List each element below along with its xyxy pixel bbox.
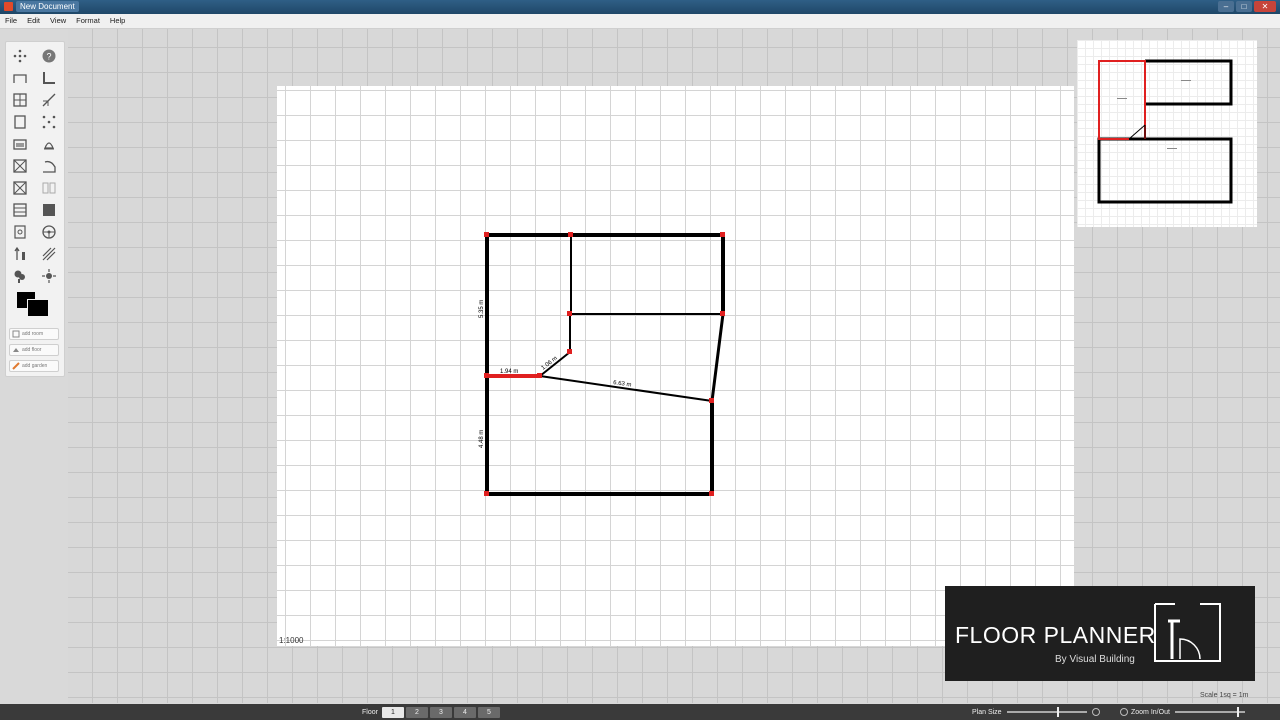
wall-node[interactable] — [484, 491, 489, 496]
lamp-tool-icon[interactable] — [40, 135, 58, 153]
scale-legend: Scale 1sq = 1m — [1200, 692, 1249, 699]
sofa-tool-icon[interactable] — [11, 135, 29, 153]
svg-text:?: ? — [47, 52, 52, 62]
garden-icon — [12, 362, 20, 370]
floor-icon — [13, 348, 19, 352]
plan-size-slider[interactable] — [1006, 707, 1087, 717]
window-tool-icon[interactable] — [11, 91, 29, 109]
wall-tool-icon[interactable] — [11, 69, 29, 87]
wall-outline[interactable] — [485, 233, 725, 316]
wall-lower-right[interactable] — [485, 233, 714, 496]
bed-tool-icon[interactable] — [11, 179, 29, 197]
secondary-color[interactable] — [27, 299, 49, 317]
zoom-control: Zoom In/Out — [1120, 705, 1245, 719]
zoom-icon — [1120, 708, 1128, 716]
cabinet-tool-icon[interactable] — [11, 201, 29, 219]
line-tool-icon[interactable] — [40, 91, 58, 109]
wall-node[interactable] — [709, 398, 714, 403]
person-tool-icon[interactable] — [11, 245, 29, 263]
wall-node[interactable] — [567, 349, 572, 354]
logo-door-icon — [1154, 603, 1221, 662]
add-floor-button[interactable]: add floor — [9, 344, 59, 356]
zoom-label: Zoom In/Out — [1131, 708, 1170, 716]
help-icon[interactable]: ? — [40, 47, 58, 65]
arc-tool-icon[interactable] — [40, 157, 58, 175]
floor-tab-3[interactable]: 3 — [429, 706, 452, 718]
wall-node[interactable] — [567, 311, 572, 316]
measure-left-lower: 4.48 m — [479, 430, 485, 448]
add-floor-label: add floor — [22, 347, 42, 353]
zoom-knob[interactable] — [1236, 707, 1239, 717]
floor-tabs: Floor 1 2 3 4 5 — [362, 705, 502, 719]
plan-size-knob[interactable] — [1056, 707, 1059, 717]
floor-tab-1[interactable]: 1 — [381, 706, 404, 718]
wall-node[interactable] — [720, 311, 725, 316]
wall-inner-diagonal-long[interactable] — [538, 374, 714, 403]
add-garden-label: add garden — [22, 363, 48, 369]
add-room-button[interactable]: add room — [9, 328, 59, 340]
wall-node[interactable] — [537, 373, 542, 378]
grid-tool-icon[interactable] — [40, 179, 58, 197]
floor-label: Floor — [362, 708, 378, 716]
fill-tool-icon[interactable] — [40, 201, 58, 219]
wall-node[interactable] — [484, 232, 489, 237]
floor-tab-5[interactable]: 5 — [477, 706, 500, 718]
minimap[interactable] — [1077, 40, 1257, 227]
plan-size-control: Plan Size — [972, 705, 1100, 719]
plant-tool-icon[interactable] — [11, 267, 29, 285]
wall-node[interactable] — [568, 232, 573, 237]
minimap-plan — [1097, 59, 1233, 204]
corner-wall-icon[interactable] — [40, 69, 58, 87]
measure-bottom-wall: 1.94 m — [500, 369, 518, 375]
add-room-label: add room — [22, 331, 44, 337]
light-tool-icon[interactable] — [40, 267, 58, 285]
select-tool-icon[interactable] — [11, 47, 29, 65]
hatch-tool-icon[interactable] — [40, 245, 58, 263]
steering-tool-icon[interactable] — [40, 223, 58, 241]
toolbox: ? add room add floor add garden — [5, 41, 65, 377]
floor-tab-4[interactable]: 4 — [453, 706, 476, 718]
room-icon — [12, 330, 20, 338]
wall-right-slant[interactable] — [710, 312, 725, 403]
door-tool-icon[interactable] — [11, 113, 29, 131]
table-tool-icon[interactable] — [11, 157, 29, 175]
floorplanner-logo: FLOOR PLANNER By Visual Building — [945, 586, 1255, 681]
wall-node[interactable] — [709, 491, 714, 496]
wall-node[interactable] — [720, 232, 725, 237]
logo-subtitle: By Visual Building — [1055, 654, 1135, 665]
plan-size-label: Plan Size — [972, 708, 1002, 716]
logo-brand: FLOOR PLANNER — [955, 622, 1156, 648]
add-garden-button[interactable]: add garden — [9, 360, 59, 372]
floor-tab-2[interactable]: 2 — [405, 706, 428, 718]
zoom-slider[interactable] — [1174, 707, 1245, 717]
measure-left-upper: 5.35 m — [479, 300, 485, 318]
plan-size-end-icon[interactable] — [1091, 708, 1100, 716]
wall-node[interactable] — [484, 373, 489, 378]
points-tool-icon[interactable] — [40, 113, 58, 131]
appliance-tool-icon[interactable] — [11, 223, 29, 241]
